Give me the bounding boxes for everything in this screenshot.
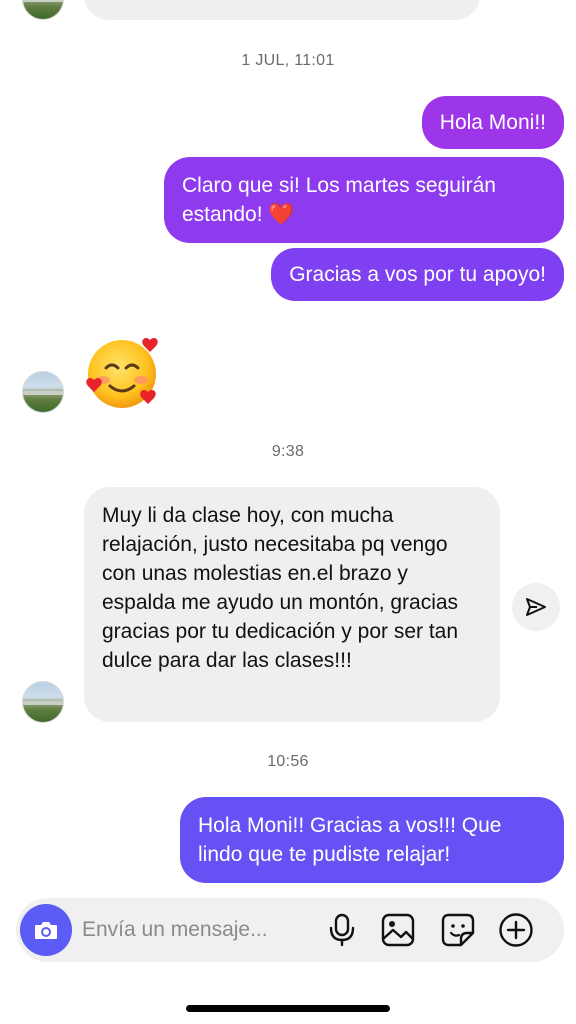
outgoing-message[interactable]: Hola Moni!! Gracias a vos!!! Que lindo q…: [180, 797, 564, 883]
message-text: Hola Moni!! Gracias a vos!!! Que lindo q…: [198, 814, 502, 866]
home-indicator[interactable]: [186, 1005, 390, 1012]
previous-message-bubble[interactable]: [84, 0, 480, 20]
send-icon: [526, 598, 546, 616]
outgoing-message[interactable]: Hola Moni!!: [421, 96, 564, 149]
sticker-icon: [441, 913, 475, 947]
contact-avatar[interactable]: [22, 371, 64, 413]
camera-icon: [35, 922, 57, 939]
timestamp: 9:38: [271, 443, 305, 460]
message-text: Muy li da clase hoy, con mucha relajació…: [102, 504, 459, 672]
outgoing-message[interactable]: Claro que si! Los martes seguirán estand…: [164, 157, 564, 243]
gallery-button[interactable]: [380, 912, 416, 948]
message-composer: [16, 898, 564, 962]
voice-message-button[interactable]: [324, 912, 360, 948]
share-message-button[interactable]: [512, 583, 560, 631]
message-text: Claro que si! Los martes seguirán estand…: [182, 174, 496, 226]
add-icon: [499, 913, 533, 947]
microphone-icon: [329, 913, 355, 947]
contact-avatar[interactable]: [22, 0, 64, 20]
gallery-icon: [381, 913, 415, 947]
timestamp: 10:56: [267, 753, 309, 770]
message-text: Hola Moni!!: [439, 111, 546, 134]
more-options-button[interactable]: [498, 912, 534, 948]
message-text: Gracias a vos por tu apoyo!: [289, 263, 546, 286]
message-input[interactable]: [82, 898, 312, 962]
timestamp: 1 JUL, 11:01: [241, 52, 335, 69]
contact-avatar[interactable]: [22, 681, 64, 723]
smiling-face-with-hearts-emoji[interactable]: [82, 336, 164, 414]
incoming-message[interactable]: Muy li da clase hoy, con mucha relajació…: [84, 487, 500, 722]
camera-button[interactable]: [20, 904, 72, 956]
sticker-button[interactable]: [440, 912, 476, 948]
outgoing-message[interactable]: Gracias a vos por tu apoyo!: [271, 248, 564, 301]
